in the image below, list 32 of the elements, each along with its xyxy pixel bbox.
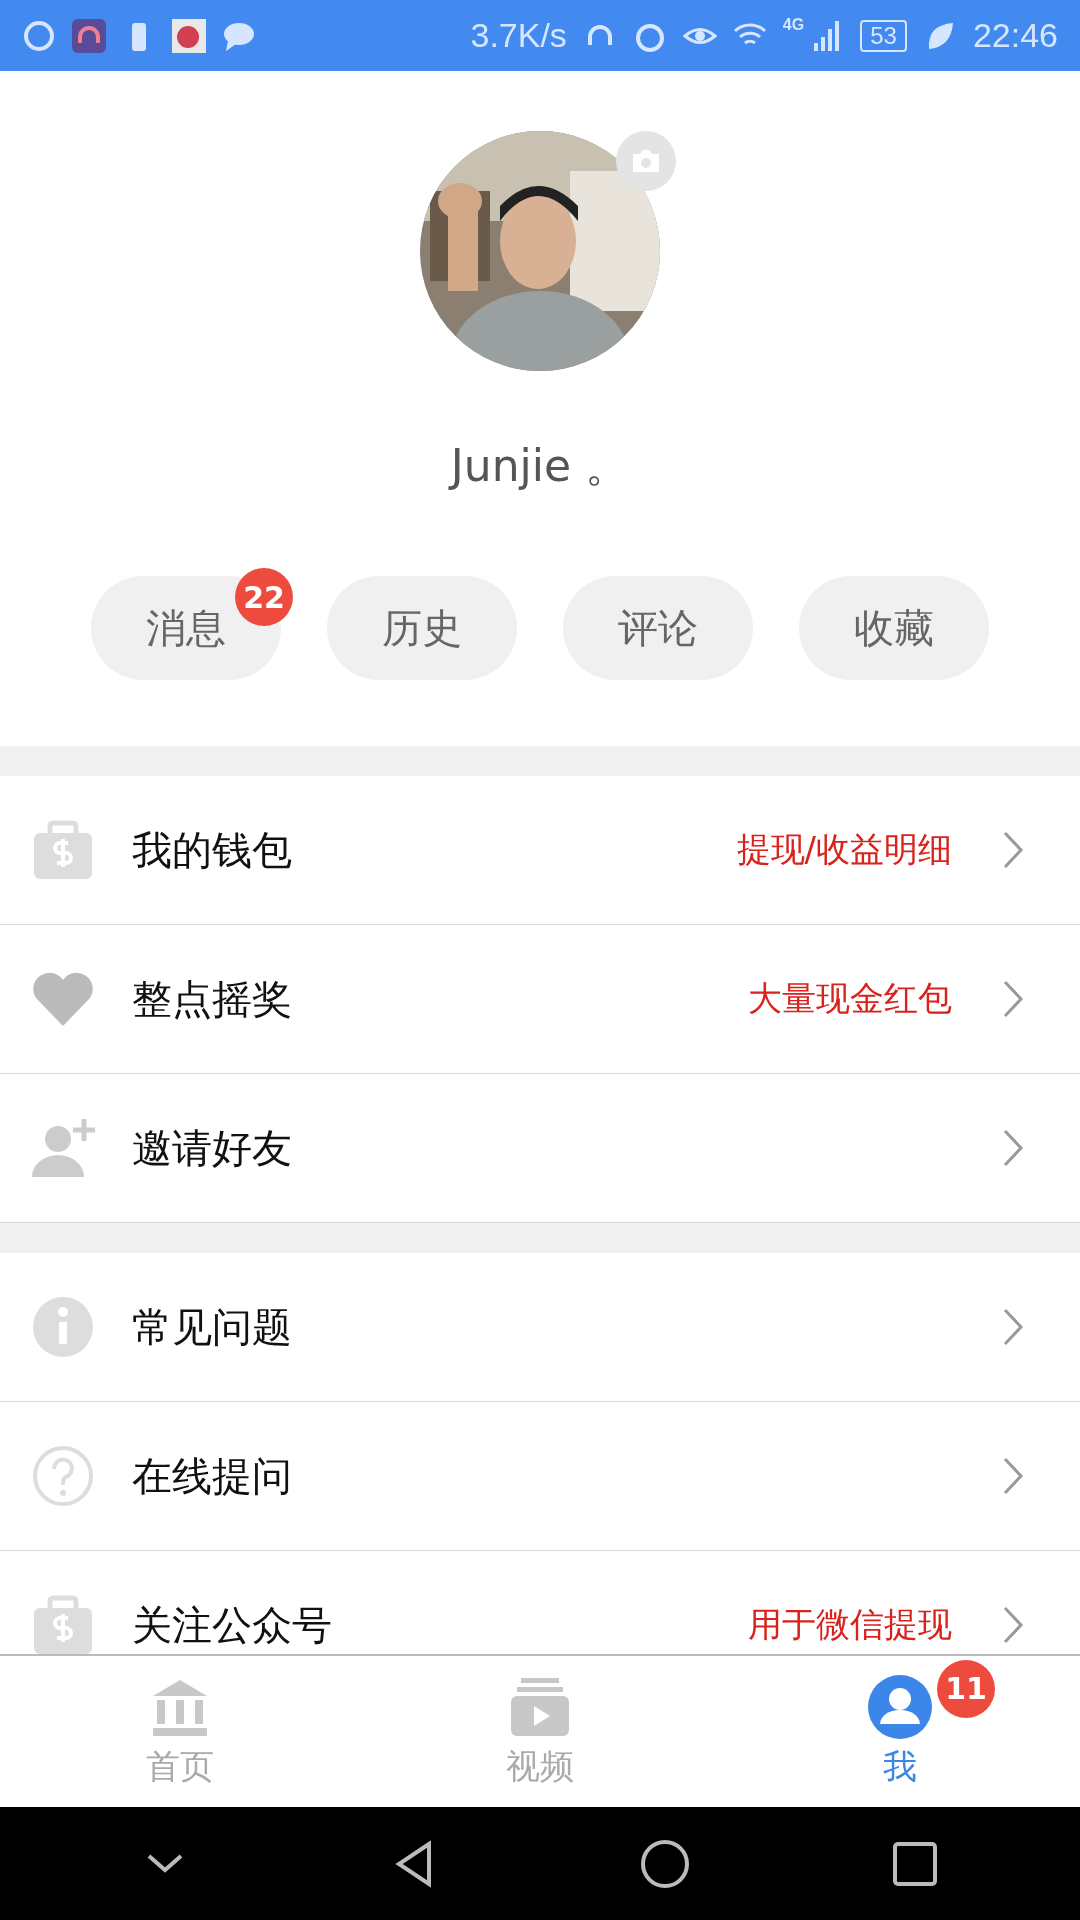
network-type: 4G xyxy=(782,16,805,34)
menu-note: 用于微信提现 xyxy=(748,1603,952,1646)
menu-label: 邀请好友 xyxy=(132,1123,293,1173)
menu-note: 提现/收益明细 xyxy=(736,828,952,871)
user-name: Junjie 。 xyxy=(450,439,630,493)
shortcut-chip[interactable]: 历史 xyxy=(327,576,517,680)
menu-label: 我的钱包 xyxy=(132,825,293,875)
shortcut-chip[interactable]: 评论 xyxy=(563,576,753,680)
menu-label: 关注公众号 xyxy=(132,1600,333,1650)
menu-row[interactable]: 在线提问 xyxy=(0,1402,1080,1551)
shortcut-chip[interactable]: 收藏 xyxy=(799,576,989,680)
chevron-icon xyxy=(1002,1605,1024,1645)
chevron-icon xyxy=(1002,830,1024,870)
menu-row[interactable]: 常见问题 xyxy=(0,1253,1080,1402)
count-badge: 11 xyxy=(937,1659,995,1718)
chevron-icon xyxy=(1002,1128,1024,1168)
home-icon[interactable] xyxy=(639,1837,691,1890)
headphones-icon xyxy=(72,18,106,53)
person-icon xyxy=(867,1673,933,1740)
battery-level: 53 xyxy=(860,19,907,52)
chevron-icon xyxy=(1002,979,1024,1019)
menu-label: 在线提问 xyxy=(132,1451,293,1501)
menu-row[interactable]: 我的钱包 提现/收益明细 xyxy=(0,776,1080,925)
network-speed: 3.7K/s xyxy=(470,16,567,55)
menu-label: 整点摇奖 xyxy=(132,974,293,1024)
chevron-icon xyxy=(1002,1307,1024,1347)
count-badge: 22 xyxy=(235,568,293,626)
clock-time: 22:46 xyxy=(972,16,1058,55)
menu-note: 大量现金红包 xyxy=(748,977,952,1020)
menu-label: 常见问题 xyxy=(132,1302,293,1352)
menu-row[interactable]: 整点摇奖 大量现金红包 xyxy=(0,925,1080,1074)
chevron-icon xyxy=(1002,1456,1024,1496)
